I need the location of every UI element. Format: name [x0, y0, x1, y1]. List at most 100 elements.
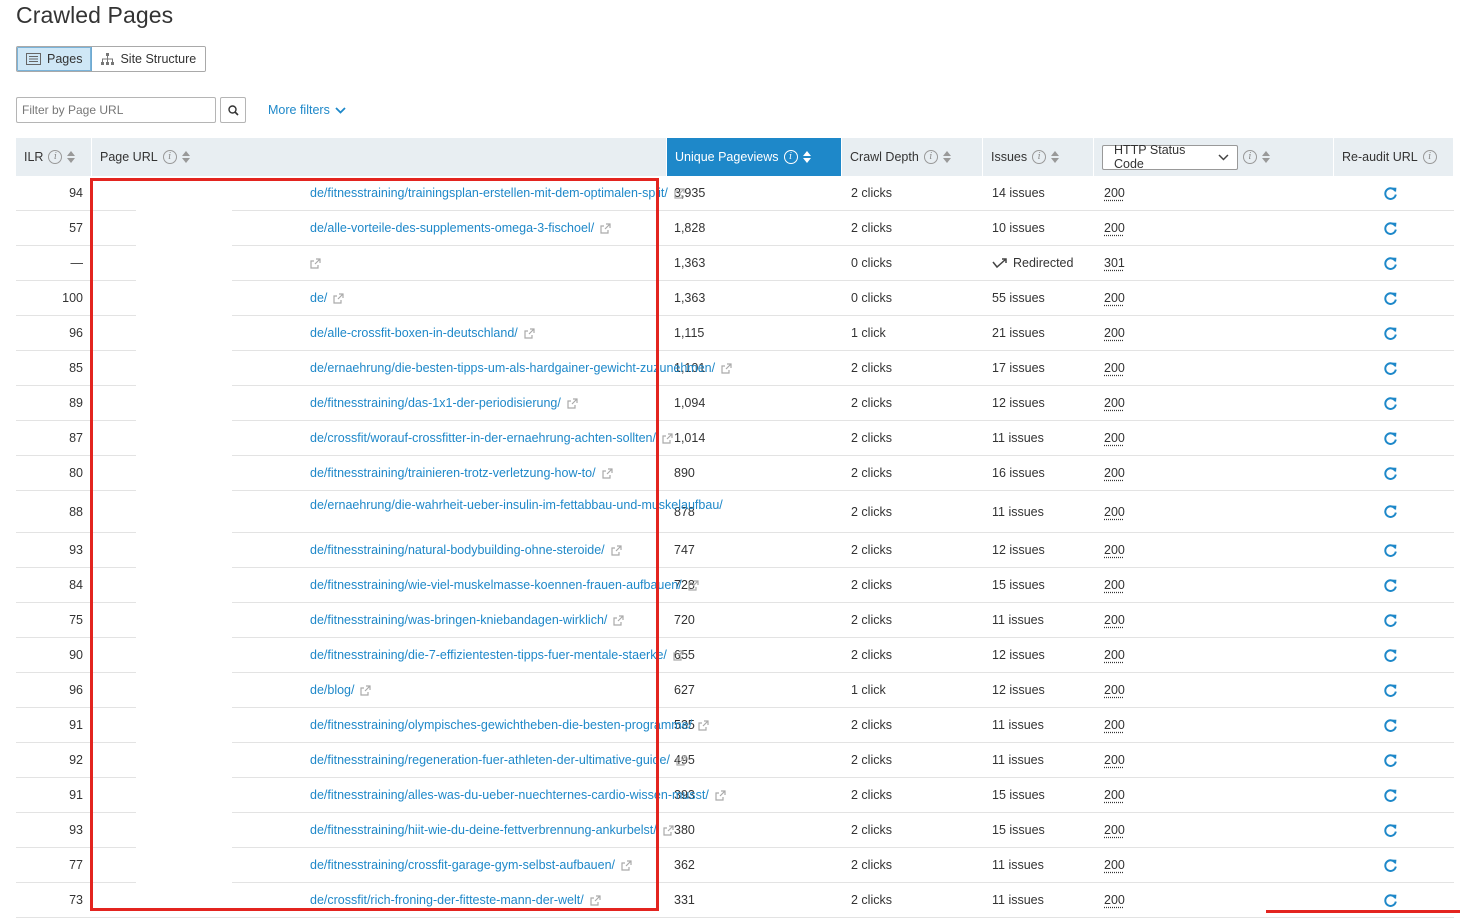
http-status-select[interactable]: HTTP Status Code [1102, 143, 1238, 171]
refresh-icon[interactable] [1383, 718, 1398, 733]
page-url-link[interactable]: de/fitnesstraining/trainingsplan-erstell… [310, 186, 685, 200]
external-link-icon[interactable] [662, 432, 673, 444]
issues-value[interactable]: 11 issues [992, 893, 1044, 907]
page-url-link[interactable]: de/fitnesstraining/crossfit-garage-gym-s… [310, 858, 632, 872]
reaudit-button[interactable] [1334, 568, 1454, 602]
sort-icon[interactable] [802, 151, 811, 163]
refresh-icon[interactable] [1383, 466, 1398, 481]
refresh-icon[interactable] [1383, 578, 1398, 593]
http-status-value[interactable]: 200 [1104, 683, 1125, 697]
external-link-icon[interactable] [567, 397, 578, 409]
page-url-link[interactable]: de/ernaehrung/die-wahrheit-ueber-insulin… [310, 498, 723, 512]
reaudit-button[interactable] [1334, 351, 1454, 385]
page-url-link[interactable]: de/alle-vorteile-des-supplements-omega-3… [310, 221, 611, 235]
external-link-icon[interactable] [590, 894, 601, 906]
http-status-value[interactable]: 200 [1104, 578, 1125, 592]
refresh-icon[interactable] [1383, 431, 1398, 446]
external-link-icon[interactable] [310, 257, 321, 269]
info-icon[interactable]: i [923, 150, 938, 164]
refresh-icon[interactable] [1383, 648, 1398, 663]
refresh-icon[interactable] [1383, 291, 1398, 306]
reaudit-button[interactable] [1334, 491, 1454, 532]
http-status-value[interactable]: 200 [1104, 823, 1125, 837]
page-url-link[interactable]: de/fitnesstraining/die-7-effizientesten-… [310, 648, 684, 662]
http-status-value[interactable]: 200 [1104, 648, 1125, 662]
http-status-value[interactable]: 200 [1104, 361, 1125, 375]
http-status-value[interactable]: 301 [1104, 256, 1125, 270]
issues-value[interactable]: 15 issues [992, 823, 1045, 837]
reaudit-button[interactable] [1334, 211, 1454, 245]
external-link-icon[interactable] [600, 222, 611, 234]
http-status-value[interactable]: 200 [1104, 505, 1125, 519]
external-link-icon[interactable] [611, 544, 622, 556]
issues-value[interactable]: 15 issues [992, 578, 1045, 592]
sort-icon[interactable] [67, 151, 76, 163]
refresh-icon[interactable] [1383, 543, 1398, 558]
issues-value[interactable]: 12 issues [992, 683, 1045, 697]
refresh-icon[interactable] [1383, 256, 1398, 271]
issues-value[interactable]: 21 issues [992, 326, 1045, 340]
issues-value[interactable]: 55 issues [992, 291, 1045, 305]
refresh-icon[interactable] [1383, 186, 1398, 201]
reaudit-button[interactable] [1334, 778, 1454, 812]
page-url-link[interactable]: de/fitnesstraining/das-1x1-der-periodisi… [310, 396, 578, 410]
reaudit-button[interactable] [1334, 533, 1454, 567]
column-header-crawl-depth[interactable]: Crawl Depth i [842, 138, 983, 176]
reaudit-button[interactable] [1334, 176, 1454, 210]
external-link-icon[interactable] [524, 327, 535, 339]
reaudit-button[interactable] [1334, 848, 1454, 882]
sort-icon[interactable] [181, 151, 190, 163]
info-icon[interactable]: i [783, 150, 798, 164]
reaudit-button[interactable] [1334, 246, 1454, 280]
page-url-link[interactable]: de/fitnesstraining/wie-viel-muskelmasse-… [310, 578, 699, 592]
site-structure-view-button[interactable]: Site Structure [92, 47, 206, 71]
external-link-icon[interactable] [715, 789, 726, 801]
pages-view-button[interactable]: Pages [17, 47, 93, 71]
page-url-link[interactable]: de/crossfit/rich-froning-der-fitteste-ma… [310, 893, 601, 907]
reaudit-button[interactable] [1334, 813, 1454, 847]
sort-icon[interactable] [1051, 151, 1060, 163]
refresh-icon[interactable] [1383, 326, 1398, 341]
page-url-link[interactable]: de/fitnesstraining/regeneration-fuer-ath… [310, 753, 687, 767]
issues-value[interactable]: 15 issues [992, 788, 1045, 802]
page-url-link[interactable]: de/ [310, 291, 344, 305]
reaudit-button[interactable] [1334, 386, 1454, 420]
reaudit-button[interactable] [1334, 638, 1454, 672]
reaudit-button[interactable] [1334, 316, 1454, 350]
reaudit-button[interactable] [1334, 708, 1454, 742]
http-status-value[interactable]: 200 [1104, 221, 1125, 235]
reaudit-button[interactable] [1334, 421, 1454, 455]
refresh-icon[interactable] [1383, 858, 1398, 873]
column-header-ilr[interactable]: ILR i [16, 138, 92, 176]
sort-icon[interactable] [942, 151, 951, 163]
reaudit-button[interactable] [1334, 603, 1454, 637]
http-status-value[interactable]: 200 [1104, 753, 1125, 767]
issues-value[interactable]: 14 issues [992, 186, 1045, 200]
reaudit-button[interactable] [1334, 673, 1454, 707]
info-icon[interactable]: i [1243, 150, 1257, 164]
refresh-icon[interactable] [1383, 788, 1398, 803]
page-url-link[interactable]: de/fitnesstraining/trainieren-trotz-verl… [310, 466, 613, 480]
refresh-icon[interactable] [1383, 893, 1398, 908]
external-link-icon[interactable] [333, 292, 344, 304]
issues-value[interactable]: 10 issues [992, 221, 1045, 235]
column-header-page-url[interactable]: Page URL i [92, 138, 667, 176]
external-link-icon[interactable] [688, 579, 699, 591]
issues-value[interactable]: 16 issues [992, 466, 1045, 480]
external-link-icon[interactable] [673, 649, 684, 661]
external-link-icon[interactable] [621, 859, 632, 871]
page-url-link[interactable]: de/crossfit/worauf-crossfitter-in-der-er… [310, 431, 673, 445]
external-link-icon[interactable] [601, 467, 613, 479]
issues-value[interactable]: 12 issues [992, 648, 1045, 662]
sort-icon[interactable] [1262, 151, 1270, 163]
refresh-icon[interactable] [1383, 504, 1398, 519]
page-url-link[interactable] [310, 257, 321, 269]
page-url-link[interactable]: de/fitnesstraining/natural-bodybuilding-… [310, 543, 622, 557]
reaudit-button[interactable] [1334, 281, 1454, 315]
info-icon[interactable]: i [162, 150, 177, 164]
reaudit-button[interactable] [1334, 456, 1454, 490]
refresh-icon[interactable] [1383, 221, 1398, 236]
page-url-link[interactable]: de/fitnesstraining/hiit-wie-du-deine-fet… [310, 823, 674, 837]
issues-value[interactable]: 11 issues [992, 613, 1044, 627]
refresh-icon[interactable] [1383, 683, 1398, 698]
